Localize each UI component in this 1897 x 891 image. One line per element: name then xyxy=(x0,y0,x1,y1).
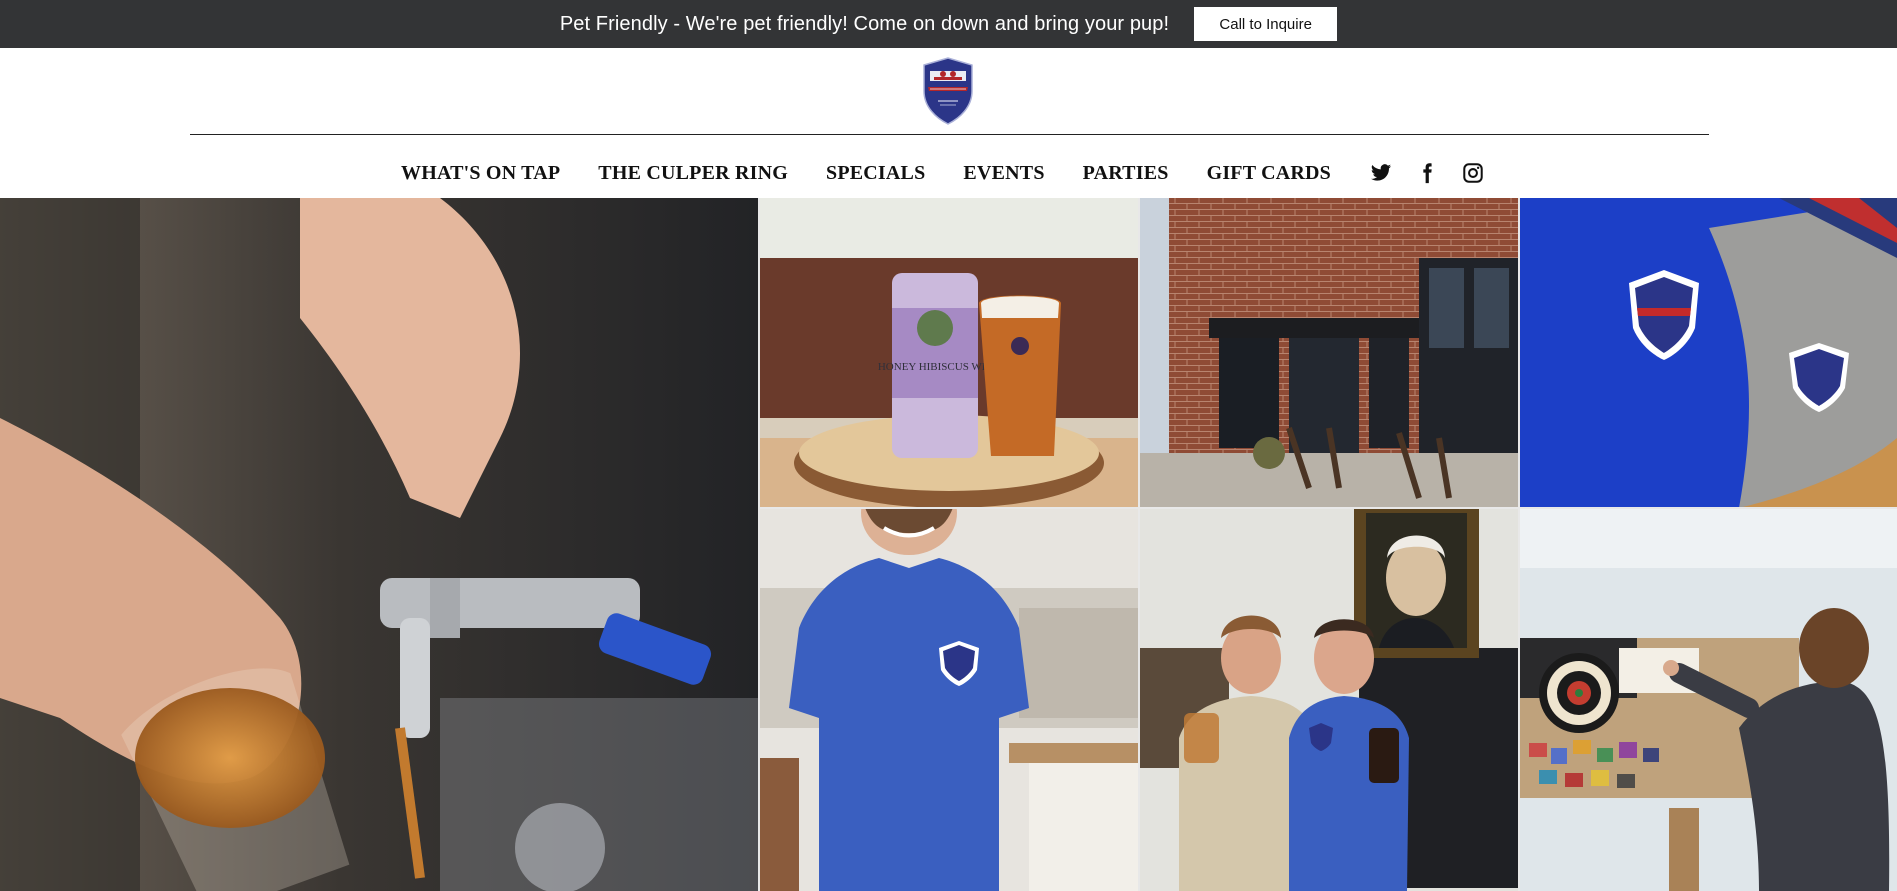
photo-staff-tshirt[interactable] xyxy=(759,508,1139,891)
photo-beanie[interactable] xyxy=(1519,198,1897,508)
can-label-text: HONEY HIBISCUS WIT xyxy=(878,361,993,373)
nav-the-culper-ring[interactable]: THE CULPER RING xyxy=(598,162,788,185)
nav-events[interactable]: EVENTS xyxy=(963,162,1044,185)
grid-gutter xyxy=(759,507,1897,509)
social-links xyxy=(1358,162,1496,184)
header-divider xyxy=(190,134,1709,135)
photo-gallery: HONEY HIBISCUS WIT xyxy=(0,198,1897,891)
photo-two-men-portrait[interactable] xyxy=(1139,508,1519,891)
brewhouse-shield-logo-icon[interactable] xyxy=(920,57,976,125)
grid-gutter xyxy=(758,198,760,891)
site-header: WHAT'S ON TAP THE CULPER RING SPECIALS E… xyxy=(0,48,1897,198)
nav-specials[interactable]: SPECIALS xyxy=(826,162,925,185)
grid-gutter xyxy=(1138,198,1140,891)
nav-parties[interactable]: PARTIES xyxy=(1083,162,1169,185)
announcement-text: Pet Friendly - We're pet friendly! Come … xyxy=(559,12,1170,35)
instagram-icon[interactable] xyxy=(1462,162,1484,184)
twitter-icon[interactable] xyxy=(1370,162,1392,184)
facebook-icon[interactable] xyxy=(1416,162,1438,184)
nav-whats-on-tap[interactable]: WHAT'S ON TAP xyxy=(401,162,560,185)
call-to-inquire-button[interactable]: Call to Inquire xyxy=(1194,7,1338,41)
nav-gift-cards[interactable]: GIFT CARDS xyxy=(1207,162,1331,185)
main-nav: WHAT'S ON TAP THE CULPER RING SPECIALS E… xyxy=(0,153,1897,193)
photo-brewhouse-exterior[interactable] xyxy=(1139,198,1519,508)
grid-gutter xyxy=(1518,198,1520,891)
photo-beer-pour[interactable] xyxy=(0,198,759,891)
photo-dartboard[interactable] xyxy=(1519,508,1897,891)
photo-can-and-glass[interactable]: HONEY HIBISCUS WIT xyxy=(759,198,1139,508)
announcement-bar: Pet Friendly - We're pet friendly! Come … xyxy=(0,0,1897,48)
